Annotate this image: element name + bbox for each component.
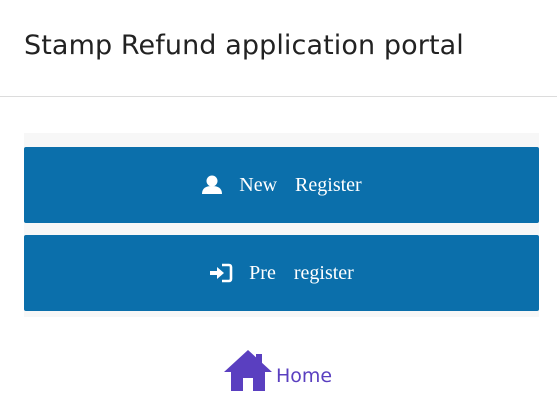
home-icon	[222, 348, 274, 396]
pre-register-button[interactable]: Pre register	[24, 235, 539, 311]
home-label: Home	[276, 365, 333, 387]
new-register-label-1: New	[239, 173, 278, 196]
page-title: Stamp Refund application portal	[24, 30, 464, 61]
user-icon	[201, 175, 223, 195]
sign-in-icon	[209, 263, 233, 283]
new-register-button[interactable]: New Register	[24, 147, 539, 223]
page-header: Stamp Refund application portal	[0, 0, 557, 97]
pre-register-label-2: register	[293, 261, 354, 284]
pre-register-label-1: Pre	[249, 261, 276, 284]
home-link[interactable]: Home	[222, 348, 332, 396]
new-register-label-2: Register	[295, 173, 362, 196]
